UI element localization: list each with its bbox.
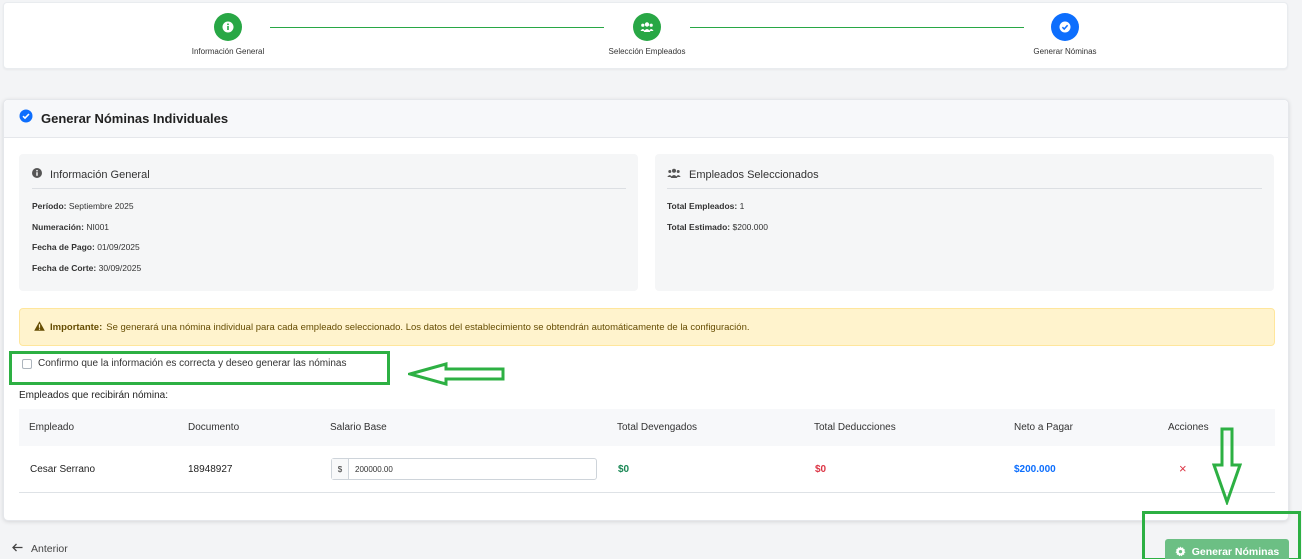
salario-base-input-group[interactable]: $ xyxy=(331,458,597,480)
step-informacion-general[interactable]: Información General xyxy=(148,13,308,56)
step-generar-nominas[interactable]: Generar Nóminas xyxy=(985,13,1145,56)
salario-base-input[interactable] xyxy=(349,459,589,479)
remove-employee-icon[interactable]: × xyxy=(1179,461,1187,476)
col-empleado: Empleado xyxy=(29,422,75,433)
cell-devengados: $0 xyxy=(618,464,630,475)
info-icon xyxy=(214,13,242,41)
divider xyxy=(667,188,1262,189)
annotation-arrow-left-icon xyxy=(408,362,505,386)
currency-prefix: $ xyxy=(332,459,349,479)
col-total-devengados: Total Devengados xyxy=(617,422,698,433)
info-fecha-pago: Fecha de Pago: 01/09/2025 xyxy=(32,242,140,252)
users-icon xyxy=(633,13,661,41)
col-documento: Documento xyxy=(188,422,240,433)
info-fecha-corte: Fecha de Corte: 30/09/2025 xyxy=(32,262,142,273)
check-circle-icon xyxy=(19,109,33,128)
col-salario-base: Salario Base xyxy=(330,422,387,433)
generar-nominas-label[interactable]: Generar Nóminas xyxy=(1192,546,1280,558)
info-periodo: Período: Septiembre 2025 xyxy=(32,201,134,211)
step-label: Generar Nóminas xyxy=(1033,47,1097,56)
check-icon xyxy=(1051,13,1079,41)
cell-documento: 18948927 xyxy=(188,464,233,475)
arrow-left-icon xyxy=(12,543,23,555)
table-row: Cesar Serrano 18948927 $ $0 $0 $200.000 … xyxy=(19,446,1275,493)
back-button[interactable]: Anterior xyxy=(12,543,68,555)
step-connector xyxy=(690,27,1024,28)
warning-alert: Importante: Se generará una nómina indiv… xyxy=(19,308,1275,346)
card-header: Generar Nóminas Individuales xyxy=(4,100,1288,138)
step-connector xyxy=(270,27,604,28)
col-neto-pagar: Neto a Pagar xyxy=(1014,422,1073,433)
step-label: Selección Empleados xyxy=(608,47,686,56)
employees-section-label: Empleados que recibirán nómina: xyxy=(19,390,168,401)
warning-text: Se generará una nómina individual para c… xyxy=(106,321,750,333)
cell-empleado: Cesar Serrano xyxy=(30,464,96,475)
selected-employees-header: Empleados Seleccionados xyxy=(667,168,1262,181)
cell-neto: $200.000 xyxy=(1014,464,1056,475)
generar-nominas-card: Generar Nóminas Individuales Información… xyxy=(3,99,1289,521)
selected-employees-box: Empleados Seleccionados Total Empleados:… xyxy=(655,154,1274,291)
employees-table-header: Empleado Documento Salario Base Total De… xyxy=(19,409,1275,446)
col-acciones: Acciones xyxy=(1168,422,1209,433)
warning-label: Importante: xyxy=(50,321,103,333)
stepper: Información General Selección Empleados … xyxy=(3,2,1288,69)
annotation-arrow-down-icon xyxy=(1212,427,1242,505)
selected-employees-title: Empleados Seleccionados xyxy=(689,168,819,181)
col-total-deducciones: Total Deducciones xyxy=(814,422,896,433)
general-info-header: Información General xyxy=(32,168,626,181)
card-title: Generar Nóminas Individuales xyxy=(41,111,229,126)
info-circle-icon xyxy=(32,168,42,181)
divider xyxy=(32,188,626,189)
general-info-box: Información General Período: Septiembre … xyxy=(19,154,638,291)
back-label[interactable]: Anterior xyxy=(31,543,68,555)
info-total-empleados: Total Empleados: 1 xyxy=(667,201,745,211)
generar-nominas-button[interactable]: Generar Nóminas xyxy=(1165,539,1289,559)
step-seleccion-empleados[interactable]: Selección Empleados xyxy=(567,13,727,56)
general-info-title: Información General xyxy=(50,168,150,181)
info-total-estimado: Total Estimado: $200.000 xyxy=(667,221,768,232)
annotation-highlight-confirm xyxy=(9,351,390,385)
users-icon xyxy=(667,168,681,181)
gear-icon xyxy=(1175,546,1186,557)
cell-deducciones: $0 xyxy=(815,464,827,475)
warning-triangle-icon xyxy=(34,320,45,334)
info-numeracion: Numeración: NI001 xyxy=(32,221,110,232)
step-label: Información General xyxy=(191,47,265,56)
